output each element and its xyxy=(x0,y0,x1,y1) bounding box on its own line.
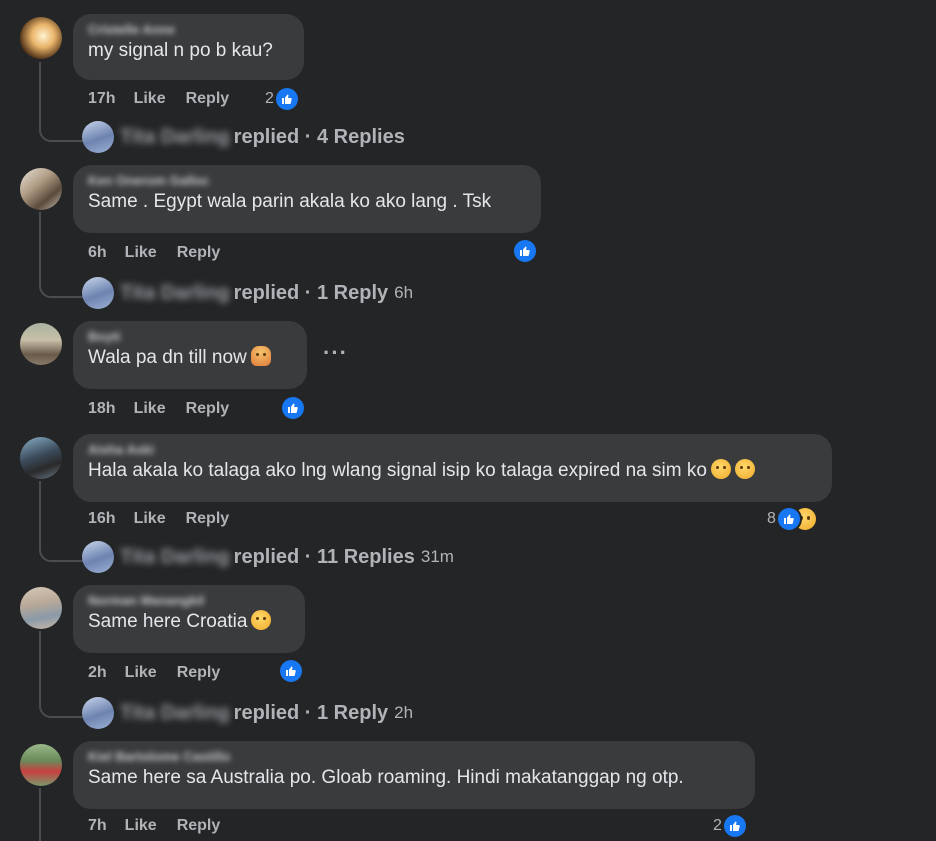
like-icon xyxy=(275,88,298,110)
like-button[interactable]: Like xyxy=(134,400,166,418)
reply-button[interactable]: Reply xyxy=(186,510,230,528)
comment-actions: 7h Like Reply xyxy=(88,817,220,835)
comment-text: Hala akala ko talaga ako lng wlang signa… xyxy=(88,458,818,484)
comment-actions: 2h Like Reply xyxy=(88,664,220,682)
replier-avatar xyxy=(82,121,114,153)
like-button[interactable]: Like xyxy=(125,817,157,835)
like-button[interactable]: Like xyxy=(125,244,157,262)
replier-name[interactable]: Tita Darling xyxy=(120,126,230,149)
like-icon xyxy=(777,508,800,530)
thread-line xyxy=(39,481,41,544)
replier-name[interactable]: Tita Darling xyxy=(120,282,230,305)
comment-actions: 18h Like Reply xyxy=(88,400,229,418)
replies-link[interactable]: Tita Darling replied · 1 Reply 2h xyxy=(82,697,413,729)
replies-count[interactable]: replied · 1 Reply xyxy=(234,702,389,725)
thread-line xyxy=(39,631,41,700)
replies-link[interactable]: Tita Darling replied · 11 Replies 31m xyxy=(82,541,454,573)
like-icon xyxy=(280,660,302,682)
avatar[interactable] xyxy=(20,437,62,479)
avatar[interactable] xyxy=(20,587,62,629)
thread-elbow xyxy=(39,544,85,562)
like-icon xyxy=(514,240,536,262)
sad-emoji xyxy=(734,459,755,479)
avatar[interactable] xyxy=(20,323,62,365)
commenter-name[interactable]: Aisha Aski xyxy=(88,442,818,458)
reaction-summary[interactable] xyxy=(280,660,302,682)
comment-bubble: Ken Onerom Galloc Same . Egypt wala pari… xyxy=(73,165,541,233)
reaction-count: 8 xyxy=(767,510,776,527)
reaction-summary[interactable]: 2 xyxy=(265,88,298,110)
commenter-name[interactable]: Norman Manangkil xyxy=(88,593,291,609)
comment-time[interactable]: 18h xyxy=(88,400,116,418)
replier-avatar xyxy=(82,277,114,309)
reaction-summary[interactable]: 2 xyxy=(713,815,746,837)
comment-time[interactable]: 17h xyxy=(88,90,116,108)
avatar[interactable] xyxy=(20,17,62,59)
commenter-name[interactable]: Cristelle Anne xyxy=(88,22,290,38)
comment-time[interactable]: 6h xyxy=(88,244,107,262)
comment-text: Same here Croatia xyxy=(88,609,291,635)
avatar[interactable] xyxy=(20,168,62,210)
comment-actions: 16h Like Reply xyxy=(88,510,229,528)
comment-text: Wala pa dn till now xyxy=(88,345,293,371)
comment-bubble: Cristelle Anne my signal n po b kau? xyxy=(73,14,304,80)
reaction-count: 2 xyxy=(713,817,722,834)
thread-elbow xyxy=(39,280,85,298)
reply-button[interactable]: Reply xyxy=(177,244,221,262)
reply-button[interactable]: Reply xyxy=(177,664,221,682)
replier-name[interactable]: Tita Darling xyxy=(120,546,230,569)
replier-avatar xyxy=(82,697,114,729)
reaction-count: 2 xyxy=(265,90,274,107)
person-gesturing-emoji xyxy=(250,346,271,366)
thread-elbow xyxy=(39,700,85,718)
reaction-summary[interactable] xyxy=(282,397,304,419)
more-options-icon[interactable]: ··· xyxy=(323,340,348,366)
comment-actions: 17h Like Reply xyxy=(88,90,229,108)
comment-text: my signal n po b kau? xyxy=(88,40,273,61)
comment-time[interactable]: 16h xyxy=(88,510,116,528)
reply-time: 6h xyxy=(394,283,414,302)
like-button[interactable]: Like xyxy=(125,664,157,682)
reply-button[interactable]: Reply xyxy=(186,400,230,418)
thread-line xyxy=(39,212,41,280)
thread-line xyxy=(39,62,41,124)
replies-count[interactable]: replied · 1 Reply xyxy=(234,282,389,305)
reply-button[interactable]: Reply xyxy=(177,817,221,835)
comment-time[interactable]: 2h xyxy=(88,664,107,682)
replies-count[interactable]: replied · 11 Replies xyxy=(234,546,415,569)
thread-elbow xyxy=(39,124,85,142)
comment-text: Same here sa Australia po. Gloab roaming… xyxy=(88,767,684,788)
comment-bubble: Norman Manangkil Same here Croatia xyxy=(73,585,305,653)
comment-text: Same . Egypt wala parin akala ko ako lan… xyxy=(88,191,492,212)
like-button[interactable]: Like xyxy=(134,510,166,528)
replier-avatar xyxy=(82,541,114,573)
reply-time: 31m xyxy=(420,547,454,566)
comment-bubble: Kiel Bartolome Castillo Same here sa Aus… xyxy=(73,741,755,809)
replier-name[interactable]: Tita Darling xyxy=(120,702,230,725)
like-icon xyxy=(282,397,304,419)
like-icon xyxy=(723,815,746,837)
replies-count[interactable]: replied · 4 Replies xyxy=(234,126,405,149)
avatar[interactable] xyxy=(20,744,62,786)
pensive-emoji xyxy=(251,610,272,630)
reaction-summary[interactable]: 8 xyxy=(767,508,816,530)
reaction-summary[interactable] xyxy=(514,240,536,262)
sad-emoji xyxy=(710,459,731,479)
commenter-name[interactable]: Kiel Bartolome Castillo xyxy=(88,749,741,765)
comment-bubble: Boyti Wala pa dn till now xyxy=(73,321,307,389)
like-button[interactable]: Like xyxy=(134,90,166,108)
comment-bubble: Aisha Aski Hala akala ko talaga ako lng … xyxy=(73,434,832,502)
comment-actions: 6h Like Reply xyxy=(88,244,220,262)
replies-link[interactable]: Tita Darling replied · 4 Replies xyxy=(82,121,405,153)
commenter-name[interactable]: Ken Onerom Galloc xyxy=(88,173,527,189)
thread-line xyxy=(39,788,41,841)
reply-button[interactable]: Reply xyxy=(186,90,230,108)
replies-link[interactable]: Tita Darling replied · 1 Reply 6h xyxy=(82,277,413,309)
comment-time[interactable]: 7h xyxy=(88,817,107,835)
reply-time: 2h xyxy=(394,703,414,722)
commenter-name[interactable]: Boyti xyxy=(88,329,293,345)
